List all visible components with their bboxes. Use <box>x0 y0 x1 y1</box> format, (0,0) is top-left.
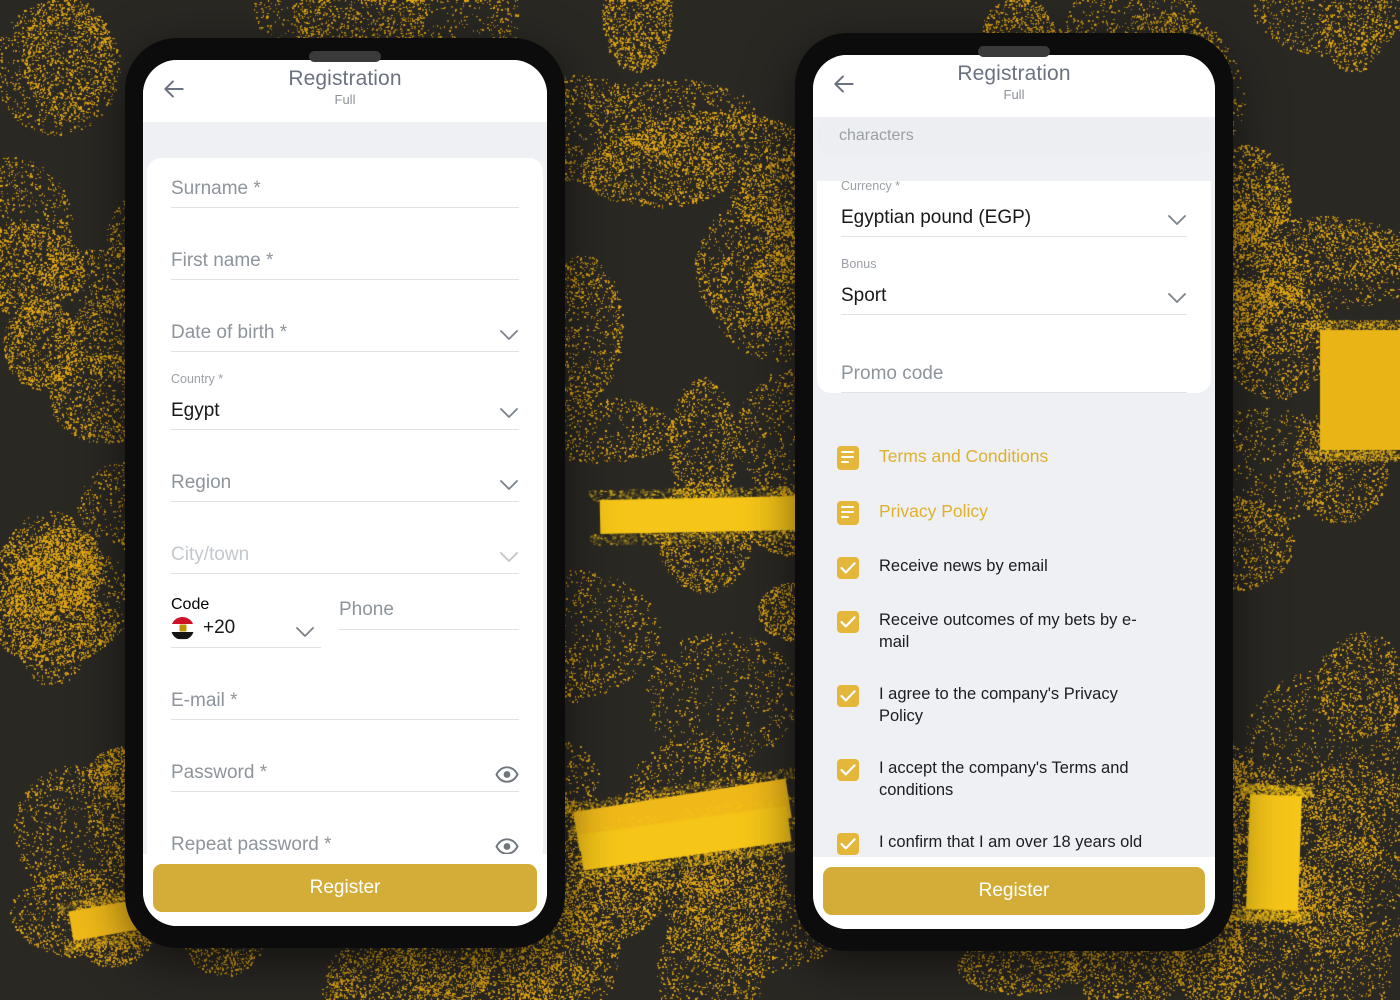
checkbox-receive-bet-outcomes[interactable]: Receive outcomes of my bets by e-mail <box>837 609 1191 653</box>
egypt-flag-icon <box>171 616 194 640</box>
field-region[interactable]: Region <box>171 452 519 502</box>
app-title-block: Registration Full <box>957 61 1070 102</box>
checkbox-label: I accept the company's Terms and conditi… <box>879 759 1129 799</box>
link-terms-and-conditions[interactable]: Terms and Conditions <box>837 445 1191 470</box>
app-title-block: Registration Full <box>288 66 401 107</box>
field-first-name[interactable]: First name * <box>171 230 519 280</box>
field-promo-code[interactable]: Promo code <box>841 343 1187 393</box>
field-currency[interactable]: Currency * Egyptian pound (EGP) <box>841 179 1187 237</box>
promo-code-placeholder: Promo code <box>841 363 944 384</box>
page-title: Registration <box>288 67 402 90</box>
checkbox-checked-icon[interactable] <box>837 557 859 579</box>
document-icon <box>837 446 859 470</box>
earpiece-speaker <box>309 51 381 62</box>
arrow-left-icon <box>164 80 184 98</box>
arrow-left-icon <box>834 75 854 93</box>
bonus-value: Sport <box>841 285 887 306</box>
checkbox-checked-icon[interactable] <box>837 833 859 855</box>
phone-number-row: Code +20 Phone <box>171 596 519 648</box>
registration-form-card-right: Currency * Egyptian pound (EGP) Bonus Sp… <box>817 179 1211 393</box>
checkbox-checked-icon[interactable] <box>837 759 859 781</box>
agreements-section: Terms and Conditions Privacy Policy Rece… <box>813 419 1215 857</box>
field-bonus[interactable]: Bonus Sport <box>841 257 1187 315</box>
checkbox-checked-icon[interactable] <box>837 611 859 633</box>
repeat-password-placeholder: Repeat password * <box>171 834 332 854</box>
field-phone-number[interactable]: Phone <box>339 596 519 648</box>
phone-screen-left: Registration Full Surname * First name *… <box>143 60 547 926</box>
region-placeholder: Region <box>171 472 232 493</box>
dial-code-value: +20 <box>203 617 236 638</box>
country-label: Country * <box>171 372 224 386</box>
page-title: Registration <box>957 62 1071 85</box>
chevron-down-icon <box>296 627 314 637</box>
form-scroll-area-left[interactable]: Surname * First name * Date of birth * C… <box>143 122 547 854</box>
privacy-policy-label: Privacy Policy <box>879 501 988 521</box>
register-button[interactable]: Register <box>153 864 537 912</box>
checkbox-over-18[interactable]: I confirm that I am over 18 years old <box>837 831 1191 855</box>
earpiece-speaker <box>978 46 1050 57</box>
chevron-down-icon <box>500 408 518 418</box>
chevron-down-icon <box>500 552 518 562</box>
password-hint-box: characters <box>817 117 1211 155</box>
document-icon <box>837 501 859 525</box>
field-surname[interactable]: Surname * <box>171 158 519 208</box>
phone-device-right: Registration Full characters Currency * … <box>795 33 1233 951</box>
password-hint-text: characters <box>839 127 914 144</box>
link-privacy-policy[interactable]: Privacy Policy <box>837 500 1191 525</box>
checkbox-receive-news[interactable]: Receive news by email <box>837 555 1191 579</box>
checkbox-label: I confirm that I am over 18 years old <box>879 833 1143 851</box>
country-value: Egypt <box>171 400 220 421</box>
currency-label: Currency * <box>841 179 901 193</box>
back-button[interactable] <box>157 72 191 106</box>
field-email[interactable]: E-mail * <box>171 670 519 720</box>
field-city-town[interactable]: City/town <box>171 524 519 574</box>
phone-device-left: Registration Full Surname * First name *… <box>125 38 565 948</box>
chevron-down-icon <box>1168 293 1186 303</box>
phone-number-inner: Phone <box>339 596 519 630</box>
form-scroll-area-right[interactable]: characters Currency * Egyptian pound (EG… <box>813 117 1215 857</box>
password-placeholder: Password * <box>171 762 268 783</box>
checkbox-checked-icon[interactable] <box>837 685 859 707</box>
checkbox-label: I agree to the company's Privacy Policy <box>879 685 1118 725</box>
dial-code-label: Code <box>171 596 210 613</box>
field-date-of-birth[interactable]: Date of birth * <box>171 302 519 352</box>
date-of-birth-placeholder: Date of birth * <box>171 322 288 343</box>
field-country[interactable]: Country * Egypt <box>171 372 519 430</box>
currency-value: Egyptian pound (EGP) <box>841 207 1032 228</box>
dial-code-inner: +20 <box>171 614 321 648</box>
phone-placeholder: Phone <box>339 599 394 620</box>
eye-icon[interactable] <box>495 766 519 783</box>
city-town-placeholder: City/town <box>171 544 250 565</box>
checkbox-accept-terms[interactable]: I accept the company's Terms and conditi… <box>837 757 1191 801</box>
email-placeholder: E-mail * <box>171 690 238 711</box>
checkbox-label: Receive outcomes of my bets by e-mail <box>879 611 1137 651</box>
field-password[interactable]: Password * <box>171 742 519 792</box>
back-button[interactable] <box>827 67 861 101</box>
bonus-label: Bonus <box>841 257 877 271</box>
chevron-down-icon <box>500 480 518 490</box>
field-dial-code[interactable]: Code +20 <box>171 596 321 648</box>
surname-placeholder: Surname * <box>171 178 261 199</box>
phone-screen-right: Registration Full characters Currency * … <box>813 55 1215 929</box>
register-button[interactable]: Register <box>823 867 1205 915</box>
page-subtitle: Full <box>1003 87 1025 102</box>
page-subtitle: Full <box>334 92 356 107</box>
register-bar-right: Register <box>813 857 1215 929</box>
app-bar-left: Registration Full <box>143 60 547 122</box>
checkbox-label: Receive news by email <box>879 557 1048 575</box>
first-name-placeholder: First name * <box>171 250 274 271</box>
field-repeat-password[interactable]: Repeat password * <box>171 814 519 854</box>
chevron-down-icon <box>500 330 518 340</box>
terms-and-conditions-label: Terms and Conditions <box>879 446 1049 466</box>
register-bar-left: Register <box>143 854 547 926</box>
registration-form-card-left: Surname * First name * Date of birth * C… <box>147 158 543 854</box>
chevron-down-icon <box>1168 215 1186 225</box>
eye-icon[interactable] <box>495 838 519 854</box>
app-bar-right: Registration Full <box>813 55 1215 117</box>
checkbox-agree-privacy-policy[interactable]: I agree to the company's Privacy Policy <box>837 683 1191 727</box>
